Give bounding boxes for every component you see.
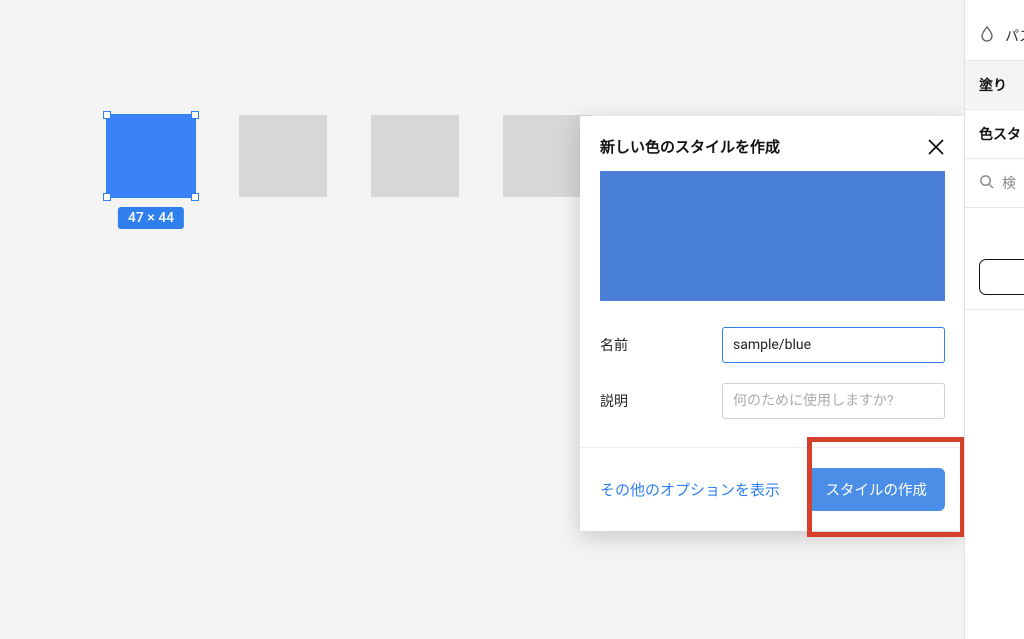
search-icon xyxy=(979,174,994,193)
description-input[interactable] xyxy=(722,383,945,419)
name-input[interactable] xyxy=(722,327,945,363)
color-swatch-slot[interactable] xyxy=(979,259,1024,295)
canvas-area[interactable]: 47 × 44 新しい色のスタイルを作成 名前 説明 その他のオプションを表示 … xyxy=(0,0,1024,639)
resize-handle-sw[interactable] xyxy=(103,193,111,201)
name-label: 名前 xyxy=(600,335,722,355)
color-preview-swatch[interactable] xyxy=(600,171,945,301)
resize-handle-nw[interactable] xyxy=(103,111,111,119)
canvas-rect-selected[interactable]: 47 × 44 xyxy=(107,115,195,197)
resize-handle-ne[interactable] xyxy=(191,111,199,119)
more-options-button[interactable]: その他のオプションを表示 xyxy=(600,479,780,500)
create-color-style-modal: 新しい色のスタイルを作成 名前 説明 その他のオプションを表示 スタイルの作成 xyxy=(580,116,965,531)
canvas-rect[interactable] xyxy=(503,115,591,197)
teardrop-icon xyxy=(979,26,995,46)
close-icon[interactable] xyxy=(927,138,945,156)
properties-panel: パス 塗り 色スタ 検 色 xyxy=(964,0,1024,639)
create-style-button[interactable]: スタイルの作成 xyxy=(808,468,946,511)
no-color-hint: 色 xyxy=(979,222,1024,241)
canvas-rect[interactable] xyxy=(239,115,327,197)
canvas-rect[interactable] xyxy=(371,115,459,197)
resize-handle-se[interactable] xyxy=(191,193,199,201)
description-label: 説明 xyxy=(600,391,722,411)
modal-title: 新しい色のスタイルを作成 xyxy=(600,136,780,157)
color-style-label: 色スタ xyxy=(979,124,1024,144)
fill-section-label: 塗り xyxy=(979,75,1024,95)
pass-label: パス xyxy=(1005,26,1024,46)
selection-size-badge: 47 × 44 xyxy=(118,207,184,229)
search-placeholder[interactable]: 検 xyxy=(1002,173,1016,193)
